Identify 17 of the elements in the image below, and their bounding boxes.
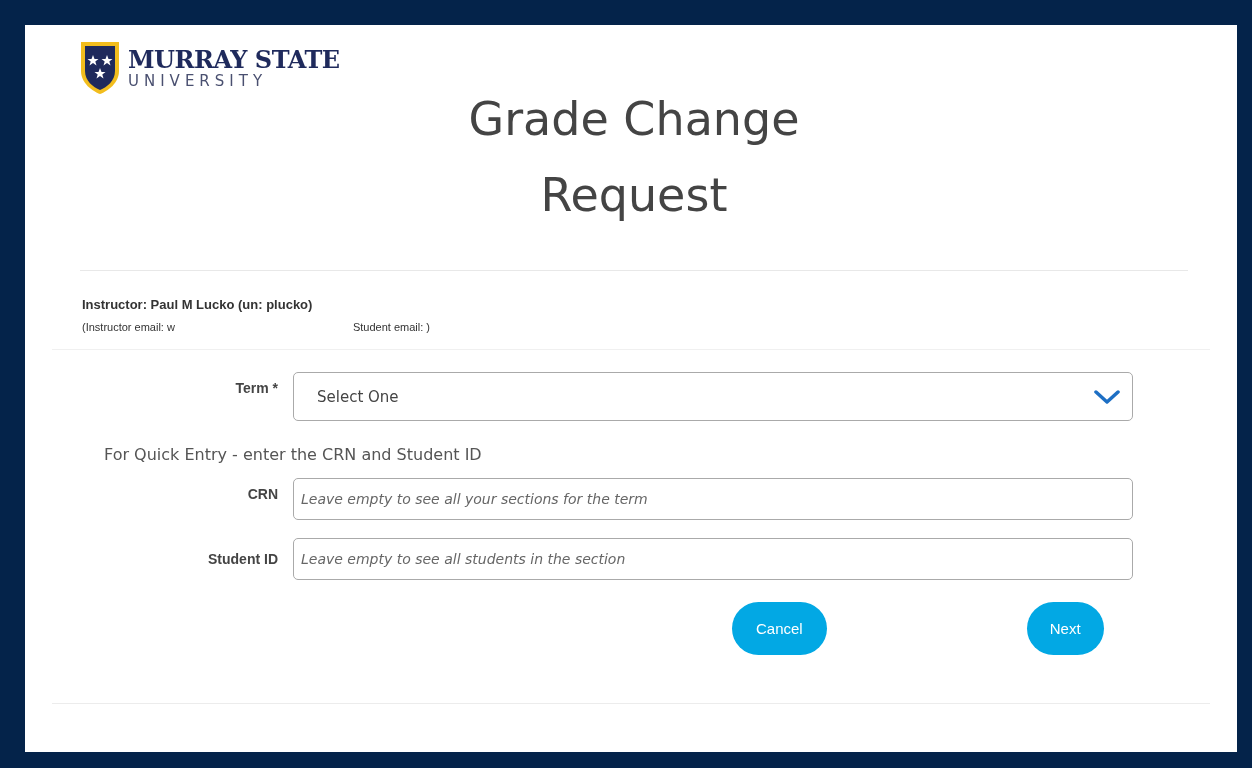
page-title: Grade Change Request (467, 91, 801, 224)
quick-entry-note: For Quick Entry - enter the CRN and Student ID (104, 445, 483, 464)
action-button[interactable]: Cancel (732, 602, 827, 655)
chevron-down-icon (1094, 388, 1120, 405)
input-field[interactable]: Leave empty to see all students in the section (293, 538, 1133, 580)
instructor-email: (Instructor email: w (82, 321, 175, 333)
student-email: Student email: ) (352, 321, 430, 333)
field-label: Student ID (207, 551, 279, 567)
logo-subtitle: UNIVERSITY (128, 73, 269, 89)
shield-logo-icon (80, 41, 120, 95)
instructor-name: Instructor: Paul M Lucko (un: plucko) (82, 297, 314, 312)
term-dropdown[interactable]: Select One (293, 372, 1133, 421)
field-label: Term * (234, 379, 279, 396)
input-field[interactable]: Leave empty to see all your sections for the term (293, 478, 1133, 520)
logo-wordmark: MURRAY STATE (128, 47, 340, 73)
field-label: CRN (246, 485, 279, 502)
action-button[interactable]: Next (1026, 602, 1104, 655)
